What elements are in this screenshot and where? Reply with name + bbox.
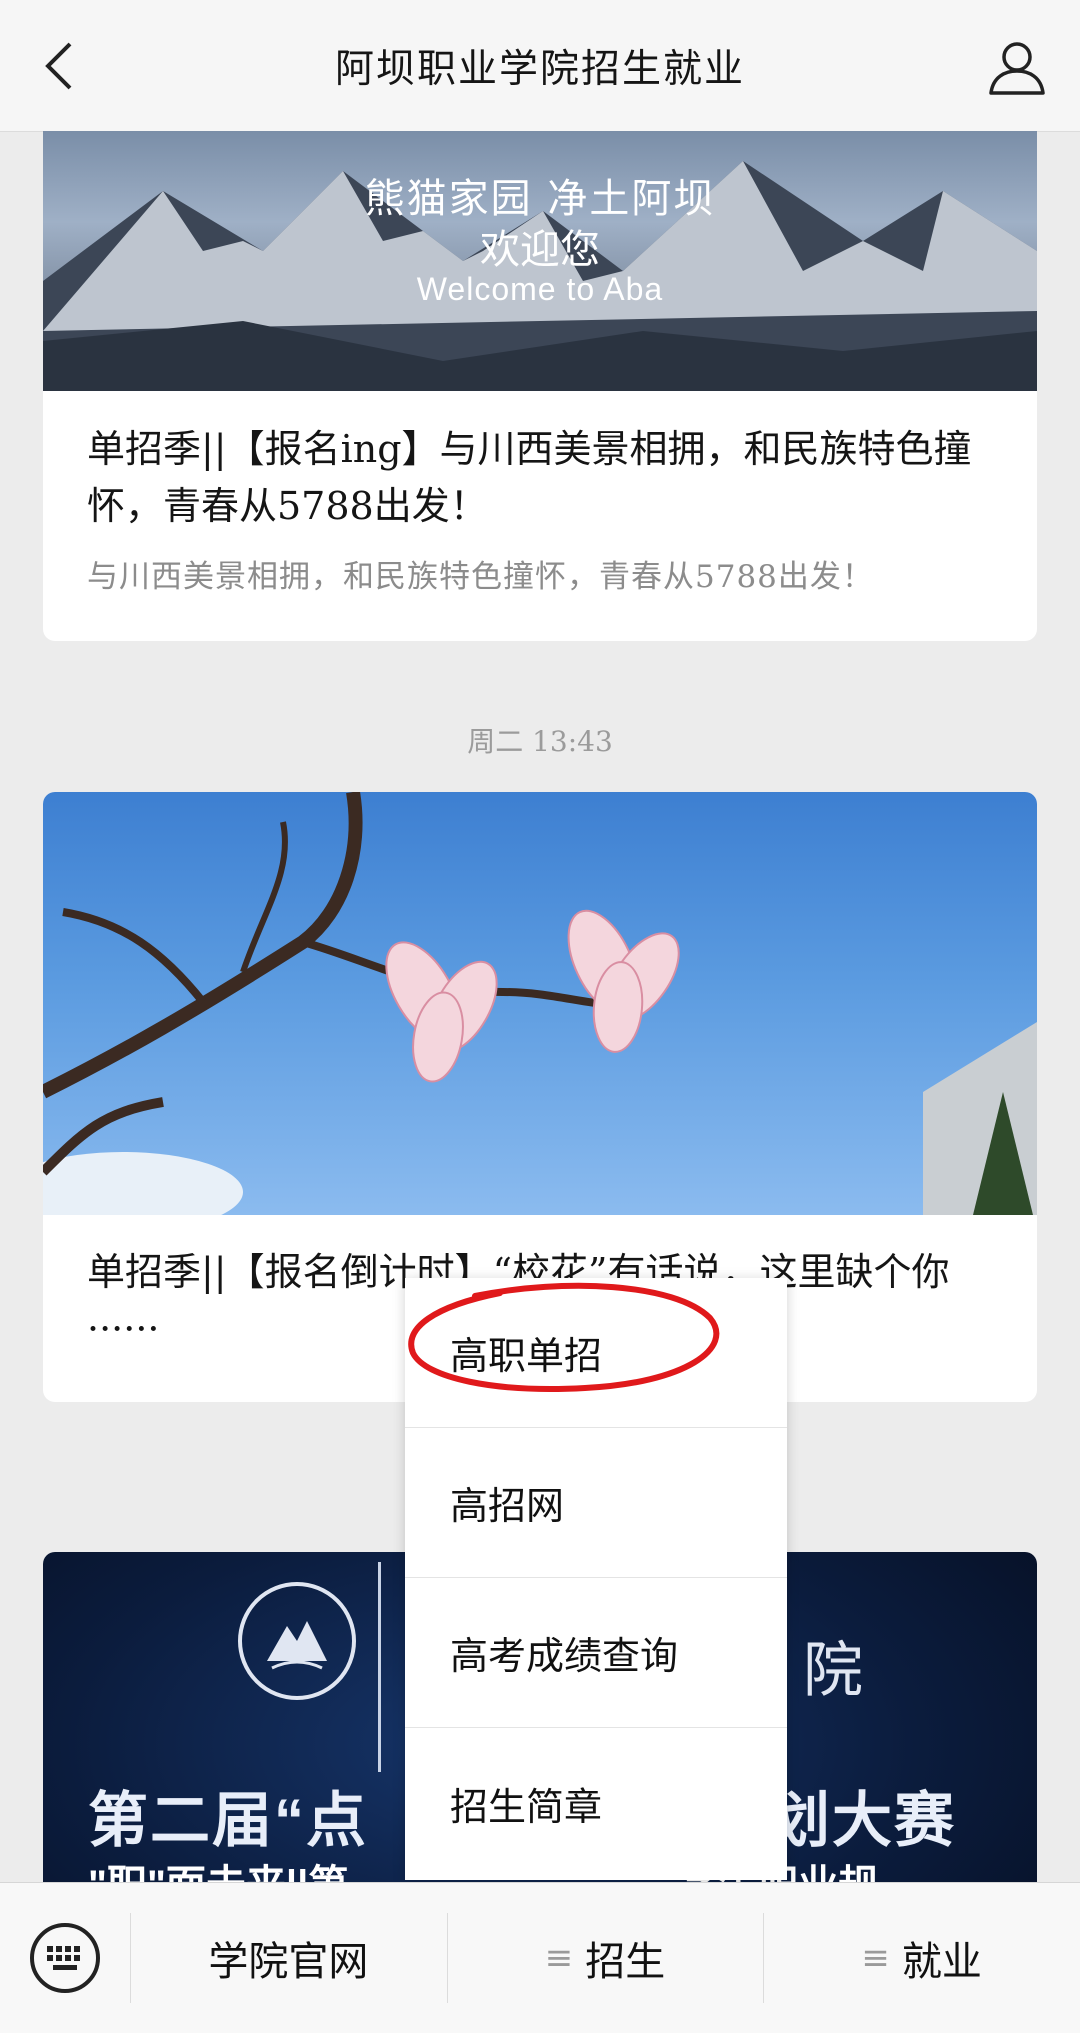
menu-lines-icon: ≡ <box>861 1938 890 1978</box>
back-button[interactable] <box>30 36 90 96</box>
menu-item-vocational-single-recruit[interactable]: 高职单招 <box>405 1278 787 1428</box>
article-cover-magnolia <box>43 792 1037 1215</box>
article-cover-mountain: 熊猫家园 净土阿坝 欢迎您 Welcome to Aba <box>43 131 1037 391</box>
menu-item-exam-score-query[interactable]: 高考成绩查询 <box>405 1578 787 1728</box>
menu-item-admission-brochure[interactable]: 招生简章 <box>405 1728 787 1878</box>
tab-college-website[interactable]: 学院官网 <box>130 1883 447 2033</box>
college-logo-icon <box>238 1582 356 1700</box>
tab-submenu-popup: 高职单招 高招网 高考成绩查询 招生简章 <box>405 1278 787 1880</box>
bottom-menu-bar: 学院官网 ≡ 招生 ≡ 就业 <box>0 1882 1080 2033</box>
page-title: 阿坝职业学院招生就业 <box>334 46 745 92</box>
tab-admissions[interactable]: ≡ 招生 <box>446 1883 764 2033</box>
cover-text-line-1: 熊猫家园 净土阿坝 <box>364 176 716 222</box>
chevron-left-icon <box>45 42 72 90</box>
cover-text-line-2: 欢迎您 <box>480 227 600 273</box>
tab-employment[interactable]: ≡ 就业 <box>763 1883 1080 2033</box>
message-timestamp: 周二 13:43 <box>467 725 613 758</box>
cover-college-suffix: 院 <box>803 1636 863 1706</box>
nav-header: 阿坝职业学院招生就业 <box>0 0 1080 132</box>
menu-lines-icon: ≡ <box>544 1938 574 1978</box>
cover-text-line-3: Welcome to Aba <box>416 271 664 307</box>
article-digest: 与川西美景相拥，和民族特色撞怀，青春从5788出发！ <box>87 559 874 595</box>
person-icon <box>989 42 1045 95</box>
article-card-1[interactable]: 熊猫家园 净土阿坝 欢迎您 Welcome to Aba 单招季||【报名ing… <box>43 131 1037 641</box>
menu-item-gaozhao-site[interactable]: 高招网 <box>405 1428 787 1578</box>
profile-button[interactable] <box>982 32 1052 102</box>
keyboard-toggle-button[interactable] <box>0 1883 130 2033</box>
divider-line <box>378 1562 381 1772</box>
keyboard-icon <box>30 1923 100 1993</box>
article-title[interactable]: 单招季||【报名ing】与川西美景相拥，和民族特色撞怀，青春从5788出发！ <box>87 421 997 535</box>
